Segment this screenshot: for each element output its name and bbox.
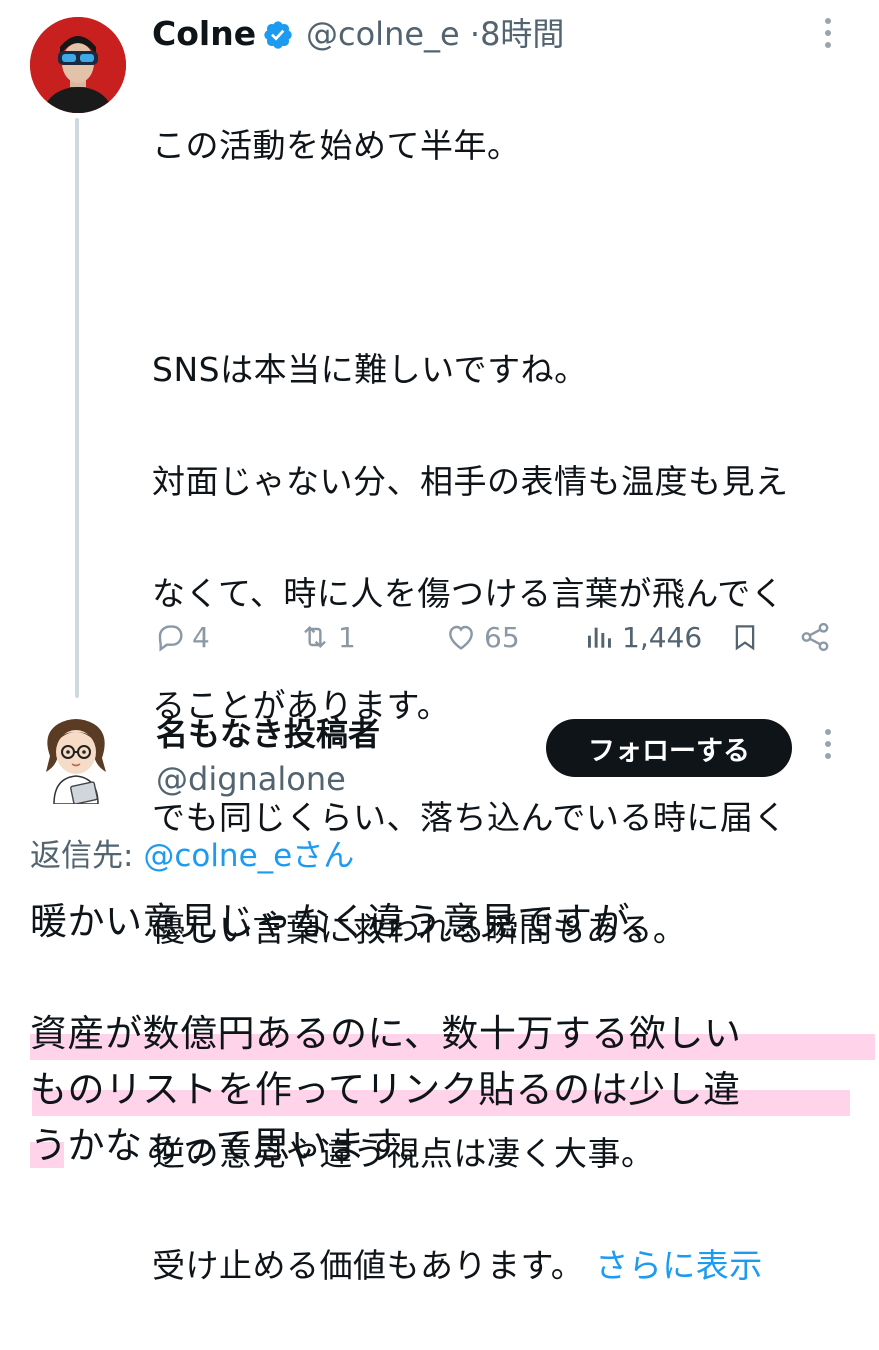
reply-line-text: 資産が数億円あるのに、数十万する欲しい	[30, 1012, 742, 1055]
views-bar-chart-icon	[588, 627, 611, 648]
more-options-icon[interactable]	[818, 18, 838, 54]
reply-icon	[158, 625, 183, 652]
reply-line: 暖かい意見じゃなく違う意見ですが、	[30, 894, 870, 950]
cartoon-avatar-icon	[32, 712, 120, 804]
repost-button[interactable]: 1	[298, 614, 356, 660]
author-handle[interactable]: @colne_e	[306, 15, 460, 53]
show-more-link[interactable]: さらに表示	[595, 1246, 763, 1285]
tweet-line-last: 受け止める価値もあります。 さらに表示	[152, 1238, 852, 1294]
author-display-name[interactable]: Colne	[152, 12, 256, 56]
avatar[interactable]	[30, 17, 126, 113]
replying-to: 返信先: @colne_eさん	[30, 832, 354, 880]
reply-avatar[interactable]	[32, 712, 120, 804]
view-count: 1,446	[622, 620, 703, 654]
avatar-person-icon	[30, 17, 126, 113]
replying-to-mention[interactable]: @colne_eさん	[143, 838, 354, 874]
reply-author-handle[interactable]: @dignalone	[156, 757, 346, 801]
post-time[interactable]: 8時間	[480, 15, 564, 53]
tweet-line-text: 受け止める価値もあります。	[152, 1246, 585, 1285]
tweet-line	[152, 230, 852, 286]
tweet-line: 対面じゃない分、相手の表情も温度も見え	[152, 462, 789, 501]
replying-to-prefix: 返信先:	[30, 838, 144, 874]
reply-line-highlighted: 資産が数億円あるのに、数十万する欲しい	[30, 1006, 875, 1062]
reply-author-display-name[interactable]: 名もなき投稿者	[156, 712, 380, 756]
reply-count: 4	[192, 620, 210, 654]
author-handle-time[interactable]: @colne_e ·8時間	[306, 12, 564, 56]
separator-dot: ·	[469, 15, 481, 53]
repost-count: 1	[338, 620, 356, 654]
heart-icon	[449, 625, 473, 650]
repost-icon	[304, 625, 326, 649]
reply-line-highlighted: うかなぁって思います。	[30, 1118, 870, 1174]
reply-line-text: 暖かい意見じゃなく違う意見ですが、	[30, 900, 667, 943]
tweet-action-bar: 4 1 65 1,446	[150, 614, 840, 660]
reply-line-text: うかなぁって思います。	[30, 1124, 437, 1167]
reply-more-options-icon[interactable]	[818, 729, 838, 765]
share-button[interactable]	[798, 614, 832, 660]
thread-connector	[75, 118, 79, 698]
reply-line-highlighted: ものリストを作ってリンク貼るのは少し違	[30, 1062, 870, 1118]
views-button[interactable]: 1,446	[584, 614, 702, 660]
reply-text: 暖かい意見じゃなく違う意見ですが、 資産が数億円あるのに、数十万する欲しい もの…	[30, 894, 875, 1174]
like-button[interactable]: 65	[444, 614, 520, 660]
share-icon	[801, 622, 829, 652]
tweet-line: SNSは本当に難しいですね。	[152, 350, 588, 389]
like-count: 65	[484, 620, 520, 654]
reply-line	[30, 950, 870, 1006]
tweet-line: この活動を始めて半年。	[152, 126, 521, 165]
verified-badge-icon	[262, 19, 294, 51]
reply-button[interactable]: 4	[154, 614, 210, 660]
bookmark-button[interactable]	[730, 614, 760, 660]
reply-line-text: ものリストを作ってリンク貼るのは少し違	[30, 1068, 741, 1111]
bookmark-icon	[735, 625, 755, 651]
follow-button[interactable]: フォローする	[546, 719, 792, 777]
